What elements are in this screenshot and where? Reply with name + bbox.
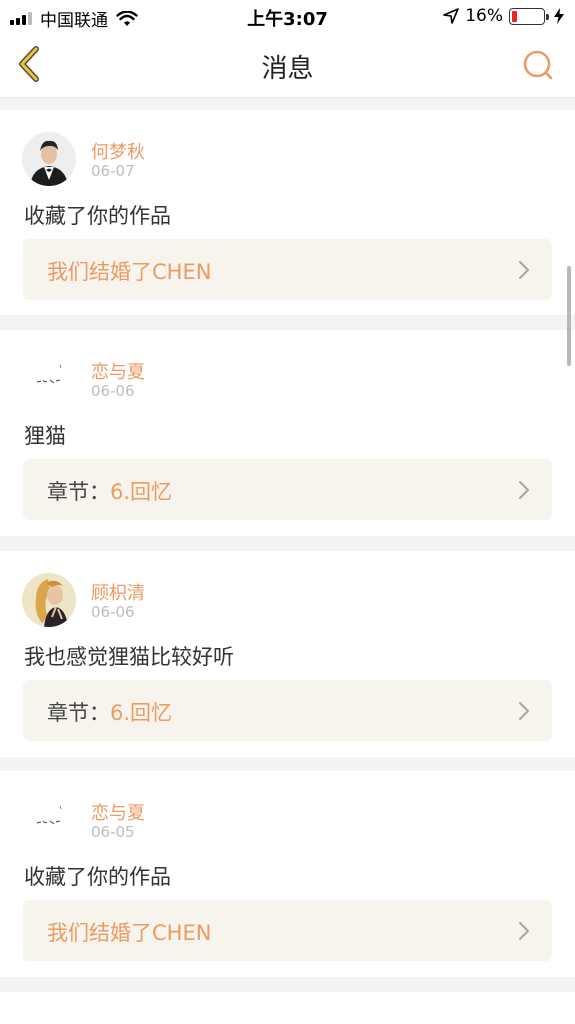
message-text: 收藏了你的作品 [24, 865, 171, 889]
message-text: 我也感觉狸猫比较好听 [24, 645, 234, 669]
message-text: 狸猫 [24, 424, 66, 448]
chapter-link[interactable]: 章节：6.回忆 [23, 459, 552, 520]
link-prefix: 章节： [47, 701, 110, 725]
work-link-label: 我们结婚了CHEN [47, 917, 211, 947]
list-item: 顾枳清 06-06 我也感觉狸猫比较好听 章节：6.回忆 [0, 551, 575, 757]
work-link-label: 我们结婚了CHEN [47, 256, 211, 286]
avatar[interactable] [22, 793, 76, 847]
search-button[interactable] [521, 48, 555, 82]
link-title: 我们结婚了CHEN [47, 921, 212, 945]
avatar[interactable] [22, 1014, 76, 1024]
message-text: 收藏了你的作品 [24, 204, 171, 228]
calligraphy-logo-avatar-icon [22, 793, 76, 847]
chapter-link-label: 章节：6.回忆 [47, 476, 172, 506]
calligraphy-logo-avatar-icon [22, 352, 76, 406]
link-title: 6.回忆 [110, 480, 173, 504]
status-bar: 中国联通 上午3:07 16% [0, 0, 575, 32]
work-link[interactable]: 我们结婚了CHEN [23, 900, 552, 961]
location-arrow-icon [443, 8, 460, 24]
chapter-link-label: 章节：6.回忆 [47, 697, 172, 727]
chevron-right-icon [518, 921, 530, 941]
list-item: 何梦秋 06-07 收藏了你的作品 我们结婚了CHEN [0, 110, 575, 315]
user-name[interactable]: 恋与夏 [91, 358, 145, 384]
chevron-right-icon [518, 260, 530, 280]
chapter-link[interactable]: 章节：6.回忆 [23, 680, 552, 741]
search-icon [523, 50, 553, 80]
charging-bolt-icon [554, 8, 564, 24]
list-item [0, 992, 575, 1024]
link-title: 6.回忆 [110, 701, 173, 725]
man-in-tuxedo-avatar-icon [22, 132, 76, 186]
user-name[interactable]: 恋与夏 [91, 799, 145, 825]
nav-bar: 消息 [0, 32, 575, 98]
link-title: 我们结婚了CHEN [47, 260, 212, 284]
avatar[interactable] [22, 573, 76, 627]
chevron-right-icon [518, 480, 530, 500]
link-prefix: 章节： [47, 480, 110, 504]
avatar[interactable] [22, 132, 76, 186]
user-name[interactable]: 何梦秋 [91, 138, 145, 164]
page-title: 消息 [261, 54, 314, 84]
avatar[interactable] [22, 352, 76, 406]
message-date: 06-05 [91, 823, 135, 841]
blonde-girl-avatar-icon [22, 573, 76, 627]
battery-percent: 16% [465, 6, 503, 26]
chevron-right-icon [518, 701, 530, 721]
battery-icon [509, 7, 549, 25]
list-item: 恋与夏 06-05 收藏了你的作品 我们结婚了CHEN [0, 771, 575, 977]
message-date: 06-06 [91, 382, 135, 400]
scrollbar[interactable] [567, 266, 571, 366]
list-item: 恋与夏 06-06 狸猫 章节：6.回忆 [0, 330, 575, 536]
user-name[interactable]: 顾枳清 [91, 579, 145, 605]
message-date: 06-06 [91, 603, 135, 621]
message-date: 06-07 [91, 162, 135, 180]
work-link[interactable]: 我们结婚了CHEN [23, 239, 552, 300]
status-right: 16% [443, 6, 565, 26]
calligraphy-logo-avatar-icon [22, 1014, 76, 1024]
